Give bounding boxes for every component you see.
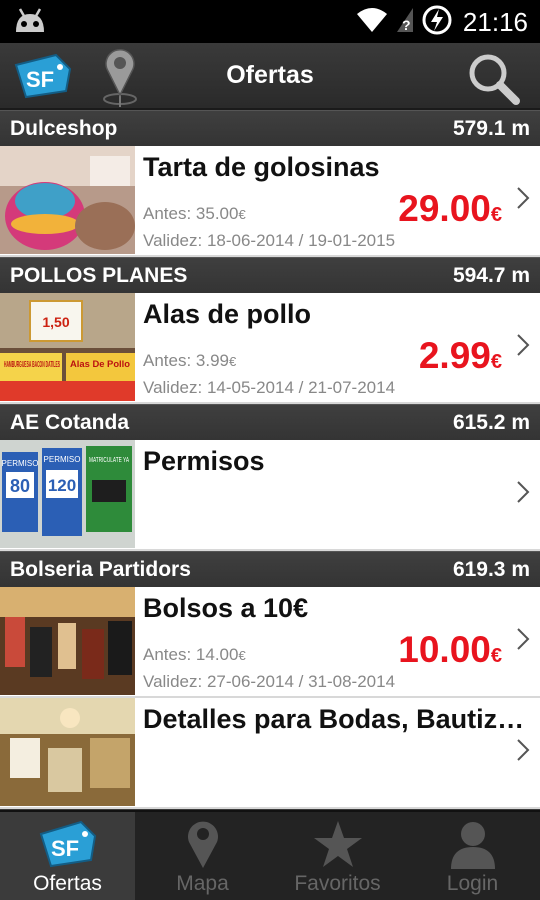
offer-item[interactable]: 1,50 HAMBURGUESA BACON DATILES Alas De P…	[0, 293, 540, 404]
shop-name: Bolseria Partidors	[10, 557, 191, 581]
chevron-right-icon	[516, 186, 530, 215]
location-pin-icon	[103, 49, 137, 107]
tab-login[interactable]: Login	[405, 812, 540, 900]
offer-price: 29.00€	[398, 188, 502, 229]
shop-name: POLLOS PLANES	[10, 263, 188, 287]
shop-name: AE Cotanda	[10, 410, 130, 434]
tab-label: Mapa	[176, 872, 229, 895]
star-icon	[312, 818, 364, 870]
shop-header[interactable]: AE Cotanda 615.2 m	[0, 404, 540, 440]
svg-text:PERMISO: PERMISO	[2, 459, 39, 468]
sf-tag-icon: SF	[37, 818, 99, 870]
svg-text:?: ?	[402, 17, 411, 33]
svg-text:1,50: 1,50	[42, 314, 69, 330]
offer-title: Tarta de golosinas	[143, 152, 380, 182]
offer-title: Bolsos a 10€	[143, 593, 309, 623]
offer-image	[0, 146, 135, 254]
tab-mapa[interactable]: Mapa	[135, 812, 270, 900]
battery-charging-icon	[421, 4, 453, 41]
tab-label: Login	[446, 872, 499, 895]
svg-text:120: 120	[48, 476, 76, 495]
chevron-right-icon	[516, 627, 530, 656]
offer-validity: Validez: 27-06-2014 / 31-08-2014	[143, 672, 396, 691]
user-icon	[447, 818, 499, 870]
shop-header[interactable]: Dulceshop 579.1 m	[0, 110, 540, 146]
wifi-icon	[355, 6, 389, 39]
status-time: 21:16	[462, 6, 528, 37]
status-bar: ? 21:16	[0, 0, 540, 43]
search-button[interactable]	[466, 51, 520, 110]
svg-text:Alas De Pollo: Alas De Pollo	[70, 359, 131, 369]
svg-text:80: 80	[10, 476, 30, 496]
shop-distance: 594.7 m	[452, 263, 530, 287]
chevron-right-icon	[516, 738, 530, 767]
svg-text:MATRICULATE YA: MATRICULATE YA	[89, 457, 129, 464]
offer-image	[0, 587, 135, 695]
logo-text: SF	[26, 67, 54, 92]
shop-distance: 579.1 m	[452, 116, 530, 140]
shop-header[interactable]: POLLOS PLANES 594.7 m	[0, 257, 540, 293]
offer-previous-price: Antes: 3.99€	[143, 351, 237, 370]
offers-list[interactable]: Dulceshop 579.1 m Tarta de golosinas Ant…	[0, 110, 540, 810]
action-bar: SF Ofertas	[0, 43, 540, 110]
shop-distance: 619.3 m	[452, 557, 530, 581]
offer-image: PERMISO 80 PERMISO 120 MATRICULATE YA	[0, 440, 135, 548]
offer-price: 10.00€	[398, 629, 502, 670]
locate-button[interactable]	[100, 47, 140, 114]
svg-text:HAMBURGUESA BACON DATILES: HAMBURGUESA BACON DATILES	[4, 360, 60, 369]
app-logo-button[interactable]: SF	[12, 53, 74, 104]
map-pin-icon	[183, 818, 223, 870]
search-icon	[469, 54, 520, 105]
offer-title: Permisos	[143, 446, 265, 476]
chevron-right-icon	[516, 480, 530, 509]
shop-distance: 615.2 m	[452, 410, 530, 434]
tab-favoritos[interactable]: Favoritos	[270, 812, 405, 900]
tab-ofertas[interactable]: SF Ofertas	[0, 812, 135, 900]
tab-label: Ofertas	[33, 872, 102, 895]
offer-title: Alas de pollo	[143, 299, 312, 329]
shop-header[interactable]: Bolseria Partidors 619.3 m	[0, 551, 540, 587]
offer-image: 1,50 HAMBURGUESA BACON DATILES Alas De P…	[0, 293, 135, 401]
offer-item[interactable]: Detalles para Bodas, Bautizos y Comunion…	[0, 698, 540, 809]
shop-name: Dulceshop	[10, 116, 118, 140]
chevron-right-icon	[516, 333, 530, 362]
offer-image	[0, 698, 135, 806]
page-title: Ofertas	[226, 61, 314, 89]
svg-text:PERMISO: PERMISO	[44, 455, 81, 464]
bottom-tab-bar: SF Ofertas Mapa Favoritos Login	[0, 810, 540, 900]
offer-validity: Validez: 14-05-2014 / 21-07-2014	[143, 378, 396, 397]
offer-previous-price: Antes: 35.00€	[143, 204, 246, 223]
offer-item[interactable]: PERMISO 80 PERMISO 120 MATRICULATE YA Pe…	[0, 440, 540, 551]
android-robot-icon	[12, 6, 48, 41]
sf-tag-icon: SF	[14, 53, 72, 99]
offer-item[interactable]: Tarta de golosinas Antes: 35.00€ 29.00€ …	[0, 146, 540, 257]
offer-previous-price: Antes: 14.00€	[143, 645, 246, 664]
offer-title: Detalles para Bodas, Bautizos y Comunion…	[143, 704, 528, 734]
offer-price: 2.99€	[418, 335, 502, 376]
svg-text:SF: SF	[51, 836, 79, 861]
offer-validity: Validez: 18-06-2014 / 19-01-2015	[143, 231, 396, 250]
offer-item[interactable]: Bolsos a 10€ Antes: 14.00€ 10.00€ Valide…	[0, 587, 540, 698]
tab-label: Favoritos	[294, 872, 381, 895]
signal-unknown-icon: ?	[395, 6, 415, 39]
